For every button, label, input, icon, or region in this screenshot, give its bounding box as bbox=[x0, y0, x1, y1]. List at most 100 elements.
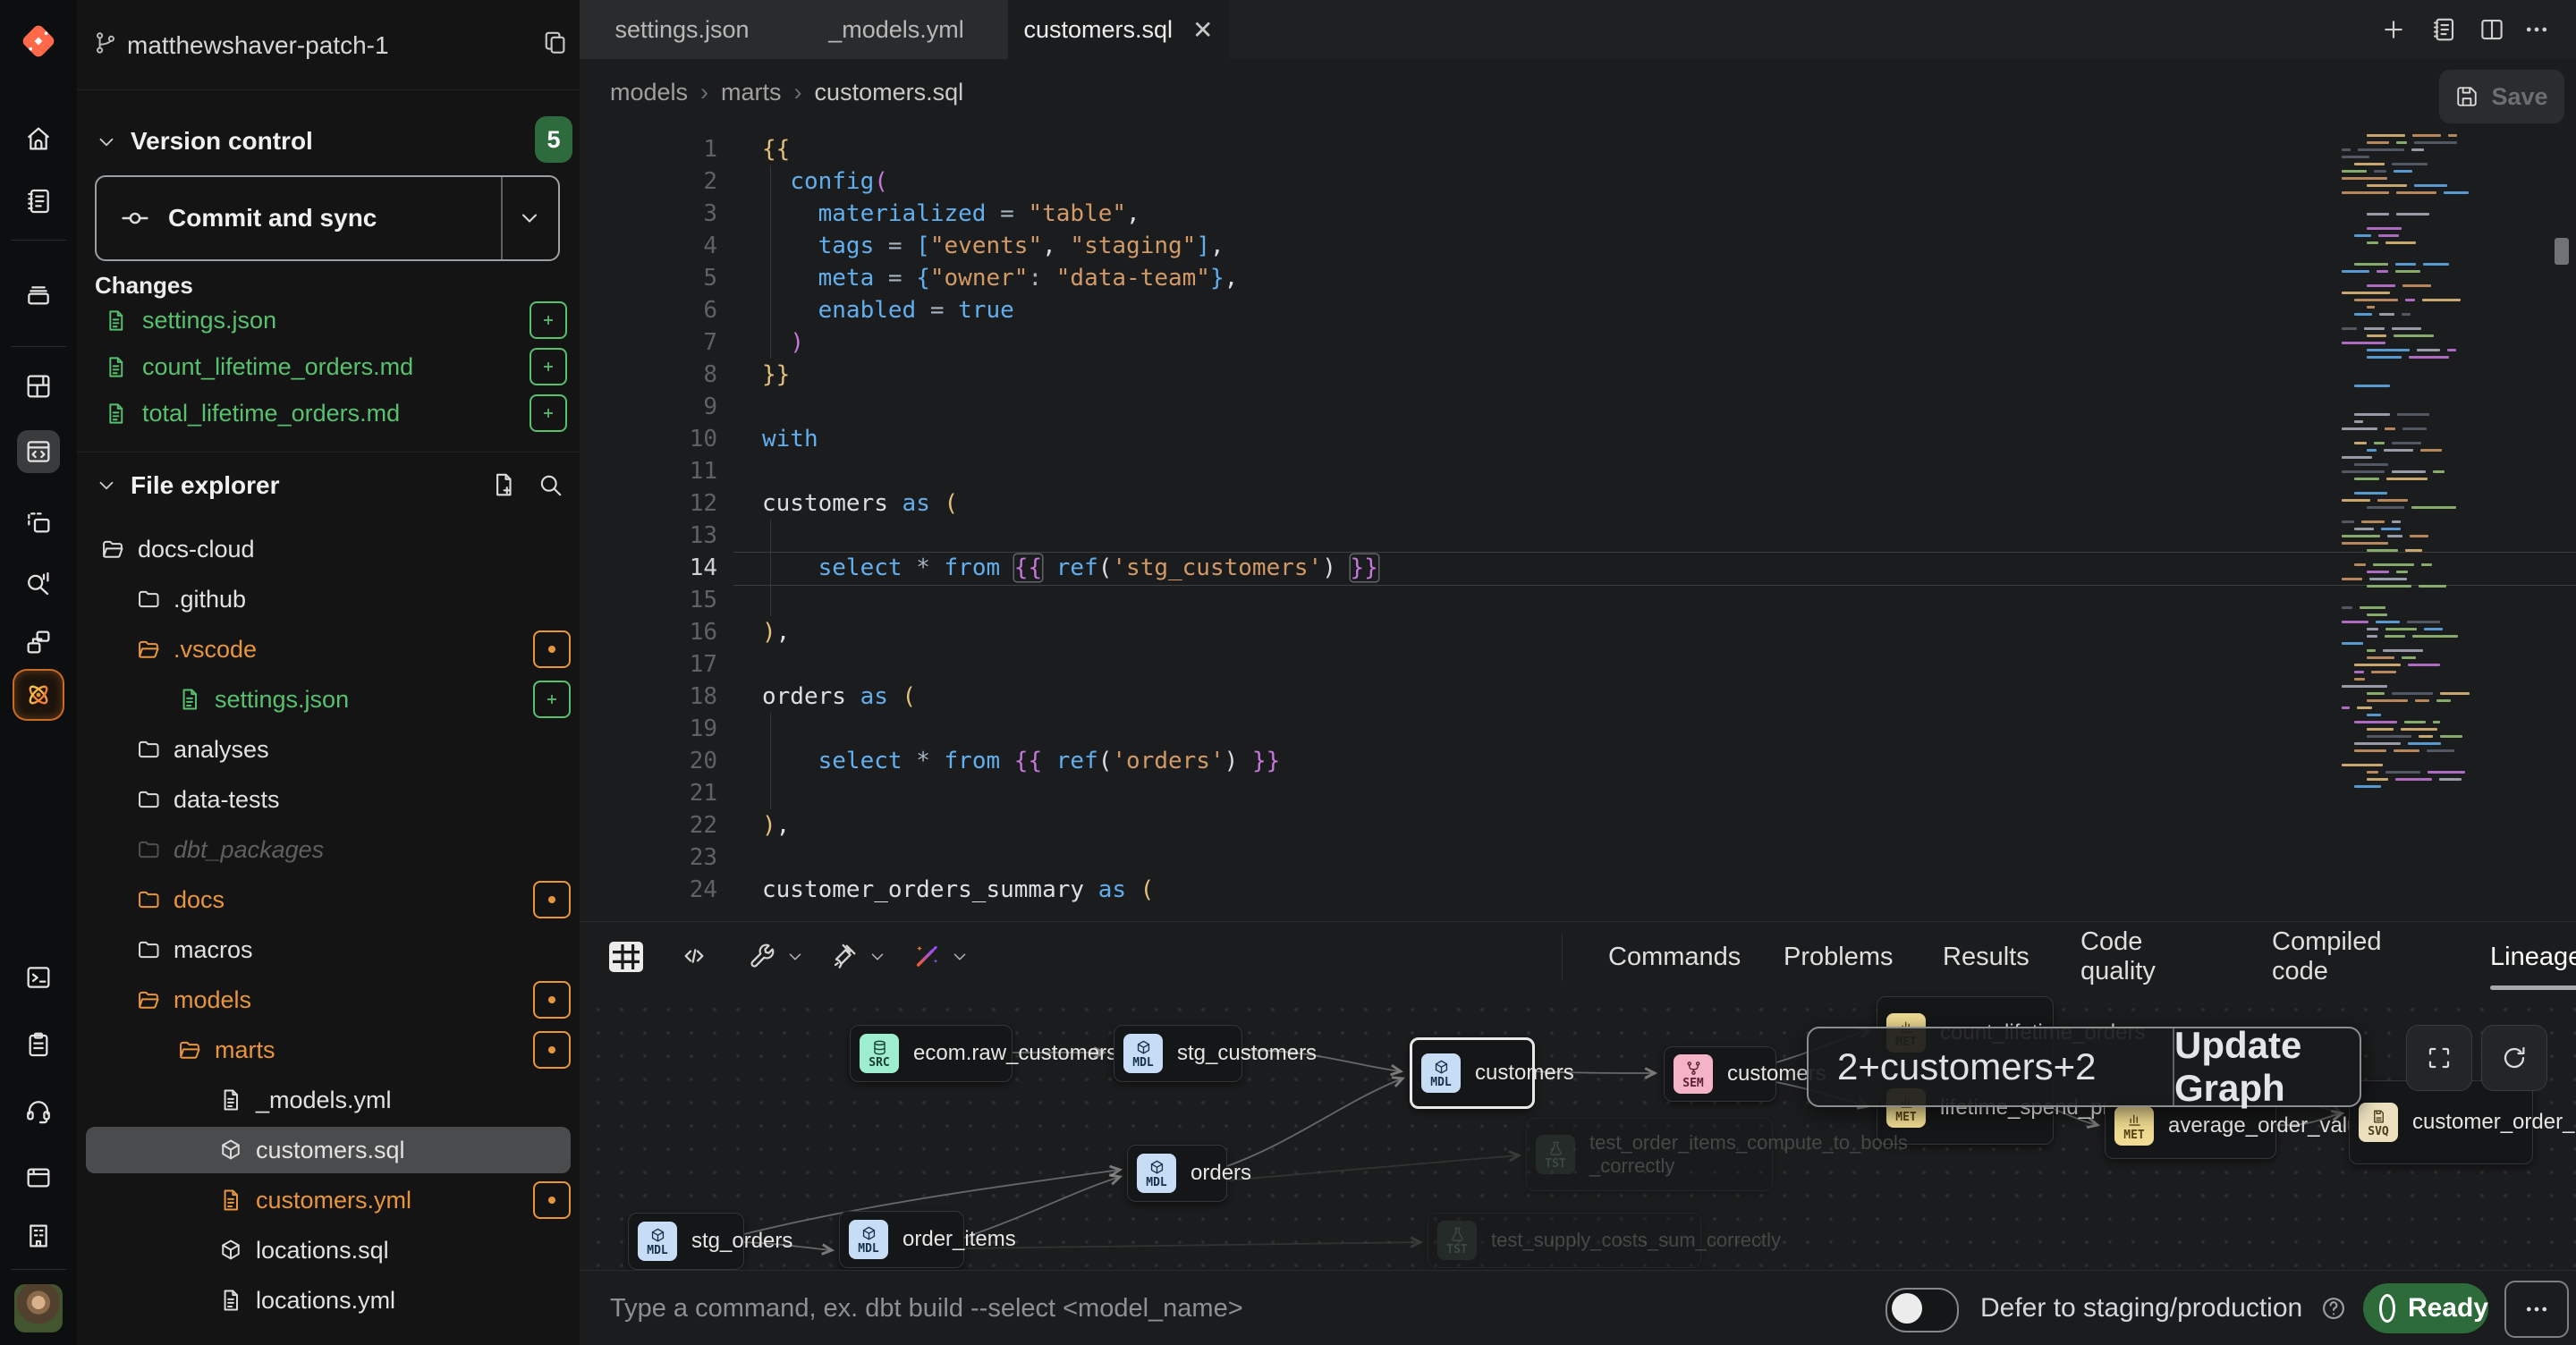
format-chevron-icon[interactable] bbox=[868, 947, 887, 967]
editor-tab-_models.yml[interactable]: _models.yml bbox=[784, 0, 1009, 59]
update-graph-button[interactable]: Update Graph bbox=[2174, 1028, 2360, 1105]
new-tab-plus-icon[interactable] bbox=[2380, 16, 2407, 43]
tree-item-locations.sql[interactable]: locations.sql bbox=[77, 1225, 580, 1275]
archive-icon[interactable] bbox=[24, 281, 53, 309]
build-wrench-icon[interactable] bbox=[748, 942, 776, 970]
organization-icon[interactable] bbox=[24, 1222, 53, 1250]
tree-item-macros[interactable]: macros bbox=[77, 925, 580, 975]
tree-item-customers.sql[interactable]: customers.sql bbox=[77, 1125, 580, 1175]
fullscreen-button[interactable] bbox=[2406, 1025, 2472, 1091]
ide-editor-icon[interactable] bbox=[24, 437, 53, 466]
editor-tab-settings.json[interactable]: settings.json bbox=[580, 0, 785, 59]
windows-icon[interactable] bbox=[24, 628, 53, 656]
lineage-node-customer_order_metrics[interactable]: SVQcustomer_order_metrics bbox=[2349, 1080, 2533, 1164]
catalog-atom-icon[interactable] bbox=[24, 681, 53, 709]
tree-item-analyses[interactable]: analyses bbox=[77, 724, 580, 774]
panel-tab-code-quality[interactable]: Code quality bbox=[2080, 922, 2222, 992]
stage-file-plus-icon[interactable] bbox=[530, 301, 567, 339]
breadcrumb-item[interactable]: customers.sql bbox=[815, 79, 964, 106]
chevron-down-icon[interactable] bbox=[95, 474, 118, 497]
minimap-line bbox=[2367, 735, 2411, 738]
clipboard-icon[interactable] bbox=[24, 1030, 53, 1059]
browser-icon[interactable] bbox=[24, 1163, 53, 1192]
support-headset-icon[interactable] bbox=[24, 1096, 53, 1125]
tree-item-settings.json[interactable]: settings.json bbox=[77, 674, 580, 724]
stage-file-plus-icon[interactable] bbox=[533, 681, 571, 718]
tree-item-.github[interactable]: .github bbox=[77, 574, 580, 624]
tree-item-.vscode[interactable]: .vscode bbox=[77, 624, 580, 674]
changed-file-row[interactable]: total_lifetime_orders.md bbox=[77, 392, 580, 435]
compile-code-icon[interactable] bbox=[680, 942, 708, 970]
copy-branch-icon[interactable] bbox=[542, 30, 569, 56]
stage-file-plus-icon[interactable] bbox=[530, 348, 567, 385]
insights-icon[interactable] bbox=[24, 569, 53, 597]
minimap[interactable] bbox=[2342, 134, 2478, 800]
panel-tab-problems[interactable]: Problems bbox=[1784, 922, 1893, 992]
branch-name[interactable]: matthewshaver-patch-1 bbox=[127, 31, 389, 60]
commit-dropdown-chevron-icon[interactable] bbox=[517, 206, 542, 231]
tree-item-locations.yml[interactable]: locations.yml bbox=[77, 1275, 580, 1325]
status-more-button[interactable] bbox=[2504, 1281, 2569, 1338]
more-options-icon[interactable] bbox=[2523, 16, 2550, 43]
line-number: 10 bbox=[626, 423, 717, 455]
tree-item-docs[interactable]: docs bbox=[77, 875, 580, 925]
canvas-icon[interactable] bbox=[24, 509, 53, 537]
user-avatar[interactable] bbox=[14, 1284, 63, 1332]
lineage-node-stg_customers[interactable]: MDLstg_customers bbox=[1114, 1025, 1242, 1082]
panel-tab-lineage[interactable]: Lineage bbox=[2490, 922, 2576, 992]
lineage-node-orders[interactable]: MDLorders bbox=[1127, 1145, 1227, 1202]
tree-item-dbt_packages[interactable]: dbt_packages bbox=[77, 825, 580, 875]
tree-item-data-tests[interactable]: data-tests bbox=[77, 774, 580, 825]
help-circle-icon[interactable] bbox=[2320, 1295, 2347, 1322]
lineage-node-customers[interactable]: MDLcustomers bbox=[1410, 1037, 1535, 1109]
lineage-node-order_items[interactable]: MDLorder_items bbox=[839, 1211, 964, 1268]
home-icon[interactable] bbox=[24, 124, 53, 153]
lineage-selector-input[interactable]: 2+customers+2 bbox=[1809, 1028, 2173, 1105]
preview-table-icon[interactable] bbox=[605, 935, 648, 978]
copilot-wand-icon[interactable] bbox=[912, 942, 941, 970]
build-chevron-icon[interactable] bbox=[785, 947, 805, 967]
tree-item-docs-cloud[interactable]: docs-cloud bbox=[77, 524, 580, 574]
editor-scrollbar-thumb[interactable] bbox=[2555, 238, 2569, 265]
lineage-node-ecom.raw_customers[interactable]: SRCecom.raw_customers bbox=[850, 1025, 1013, 1082]
lineage-node-stg_orders[interactable]: MDLstg_orders bbox=[628, 1213, 744, 1270]
lineage-node-test_supply_costs[interactable]: TSTtest_supply_costs_sum_correctly bbox=[1428, 1213, 1701, 1268]
changed-file-row[interactable]: settings.json bbox=[77, 299, 580, 342]
ready-status-badge[interactable]: Ready bbox=[2363, 1283, 2488, 1333]
chevron-down-icon[interactable] bbox=[95, 131, 118, 154]
dashboard-grid-icon[interactable] bbox=[24, 372, 53, 401]
tree-item-_models.yml[interactable]: _models.yml bbox=[77, 1075, 580, 1125]
terminal-icon[interactable] bbox=[24, 963, 53, 992]
file-explorer-title[interactable]: File explorer bbox=[131, 471, 280, 500]
new-file-icon[interactable] bbox=[490, 471, 517, 498]
tree-item-customers.yml[interactable]: customers.yml bbox=[77, 1175, 580, 1225]
panel-tab-compiled-code[interactable]: Compiled code bbox=[2272, 922, 2440, 992]
lineage-graph[interactable]: SRCecom.raw_customers MDLstg_customers MDL… bbox=[580, 991, 2576, 1270]
tree-item-marts[interactable]: marts bbox=[77, 1025, 580, 1075]
refresh-graph-button[interactable] bbox=[2481, 1025, 2547, 1091]
format-broom-icon[interactable] bbox=[830, 942, 859, 970]
command-input[interactable]: Type a command, ex. dbt build --select <… bbox=[610, 1271, 1773, 1345]
defer-toggle[interactable] bbox=[1885, 1288, 1959, 1332]
lineage-node-test_order_items[interactable]: TSTtest_order_items_compute_to_bools_cor… bbox=[1526, 1118, 1773, 1191]
breadcrumb-item[interactable]: models bbox=[610, 79, 688, 106]
close-tab-icon[interactable]: ✕ bbox=[1192, 15, 1213, 45]
dbt-logo-icon[interactable] bbox=[21, 23, 56, 59]
split-editor-icon[interactable] bbox=[2479, 16, 2505, 43]
editor-tab-customers.sql[interactable]: customers.sql✕ bbox=[1008, 0, 1229, 59]
code-editor[interactable]: 1{{2 config(3 materialized = "table",4 t… bbox=[580, 125, 2576, 921]
panel-tab-results[interactable]: Results bbox=[1943, 922, 2030, 992]
changed-file-row[interactable]: count_lifetime_orders.md bbox=[77, 345, 580, 388]
notebook-panel-icon[interactable] bbox=[2430, 16, 2457, 43]
search-icon[interactable] bbox=[537, 471, 564, 498]
save-button[interactable]: Save bbox=[2439, 70, 2564, 123]
tree-item-models[interactable]: models bbox=[77, 975, 580, 1025]
stage-file-plus-icon[interactable] bbox=[530, 394, 567, 432]
lineage-node-customers-sem[interactable]: SEMcustomers bbox=[1664, 1046, 1776, 1102]
copilot-chevron-icon[interactable] bbox=[950, 947, 970, 967]
commit-and-sync-button[interactable]: Commit and sync bbox=[95, 175, 560, 261]
notebook-icon[interactable] bbox=[24, 187, 53, 216]
breadcrumb-item[interactable]: marts bbox=[721, 79, 782, 106]
panel-tab-commands[interactable]: Commands bbox=[1608, 922, 1733, 992]
version-control-title[interactable]: Version control bbox=[131, 127, 313, 156]
